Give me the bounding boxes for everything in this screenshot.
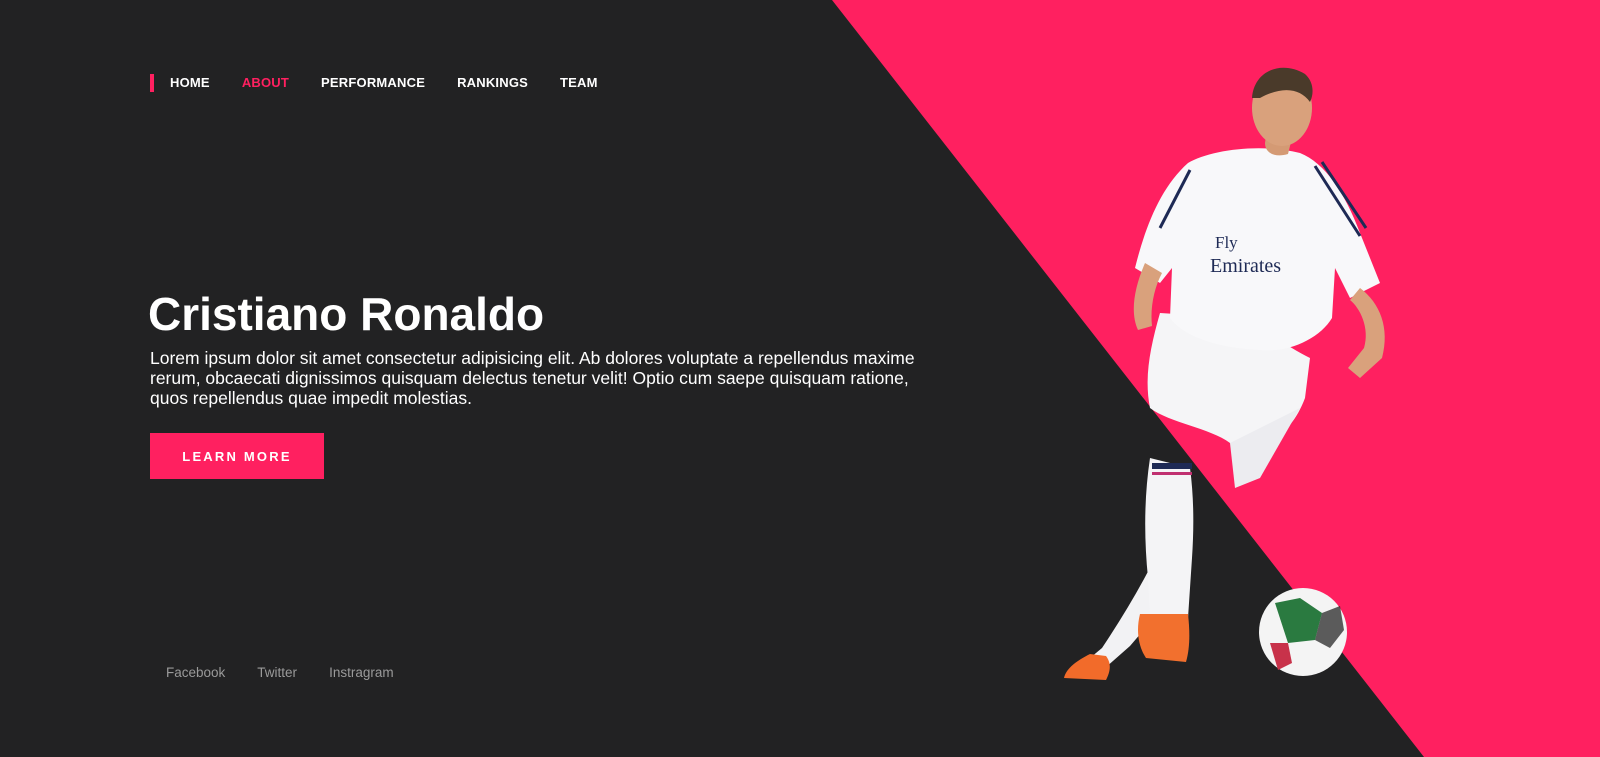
hero-page: HOME ABOUT PERFORMANCE RANKINGS TEAM Cri… [0,0,1600,757]
svg-text:Emirates: Emirates [1210,255,1281,277]
svg-text:Fly: Fly [1215,233,1238,252]
nav-item-home[interactable]: HOME [170,74,210,92]
learn-more-button[interactable]: LEARN MORE [150,433,324,479]
nav-item-rankings[interactable]: RANKINGS [457,74,528,92]
social-link-facebook[interactable]: Facebook [166,665,225,681]
nav-active-indicator [150,74,154,92]
social-link-instagram[interactable]: Instragram [329,665,394,681]
hero-title: Cristiano Ronaldo [148,288,545,340]
nav-item-performance[interactable]: PERFORMANCE [321,74,425,92]
social-links: Facebook Twitter Instragram [166,665,426,681]
hero-description: Lorem ipsum dolor sit amet consectetur a… [150,348,915,408]
player-photo: Fly Emirates [1064,67,1385,680]
nav-item-about[interactable]: ABOUT [242,74,289,92]
social-link-twitter[interactable]: Twitter [257,665,297,681]
main-nav: HOME ABOUT PERFORMANCE RANKINGS TEAM [150,74,630,92]
nav-item-team[interactable]: TEAM [560,74,598,92]
